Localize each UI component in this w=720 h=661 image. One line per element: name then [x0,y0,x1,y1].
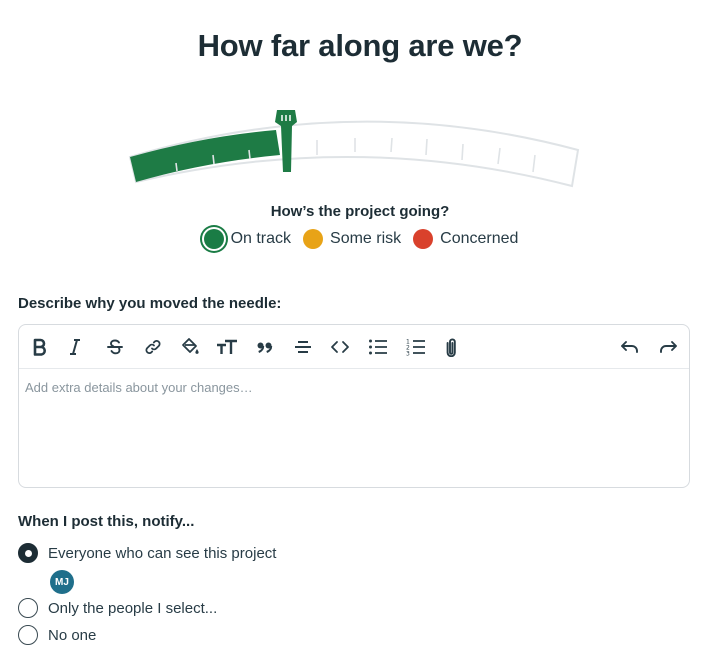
radio-button[interactable] [18,543,38,563]
status-on-track[interactable]: On track [202,229,291,249]
radio-button[interactable] [18,598,38,618]
rich-text-editor: 123 Add extra details about your changes… [18,324,690,488]
status-question: How’s the project going? [270,203,450,220]
status-label: Concerned [440,230,519,247]
notify-everyone-option[interactable]: Everyone who can see this project [18,543,276,563]
some-risk-dot-icon [303,229,324,249]
page-title: How far along are we? [197,28,523,63]
italic-icon[interactable] [63,335,87,359]
radio-button[interactable] [18,625,38,645]
option-label: No one [48,626,97,644]
status-options: On track Some risk Concerned [0,229,720,249]
attach-icon[interactable] [439,335,463,359]
horizontal-rule-icon[interactable] [291,335,315,359]
status-some-risk[interactable]: Some risk [303,229,401,249]
status-label: Some risk [330,230,402,247]
quote-icon[interactable] [253,335,277,359]
editor-text-area[interactable]: Add extra details about your changes… [19,370,689,487]
editor-toolbar: 123 [19,325,689,369]
numbered-list-icon[interactable]: 123 [404,335,428,359]
status-concerned[interactable]: Concerned [413,229,518,249]
svg-text:3: 3 [406,351,410,357]
option-label: Only the people I select... [48,599,218,617]
notify-none-option[interactable]: No one [18,625,96,645]
option-label: Everyone who can see this project [48,544,277,562]
progress-gauge[interactable] [120,100,590,200]
text-size-icon[interactable] [215,335,239,359]
describe-label: Describe why you moved the needle: [18,295,282,312]
strikethrough-icon[interactable] [103,335,127,359]
status-label: On track [230,230,292,247]
redo-icon[interactable] [656,335,680,359]
on-track-dot-icon [203,229,224,249]
avatar: MJ [50,570,74,594]
highlight-icon[interactable] [179,335,203,359]
code-icon[interactable] [328,335,352,359]
bold-icon[interactable] [28,335,52,359]
concerned-dot-icon [413,229,434,249]
notify-label: When I post this, notify... [18,513,195,530]
bullet-list-icon[interactable] [366,335,390,359]
link-icon[interactable] [141,335,165,359]
notify-selected-option[interactable]: Only the people I select... [18,598,217,618]
undo-icon[interactable] [618,335,642,359]
